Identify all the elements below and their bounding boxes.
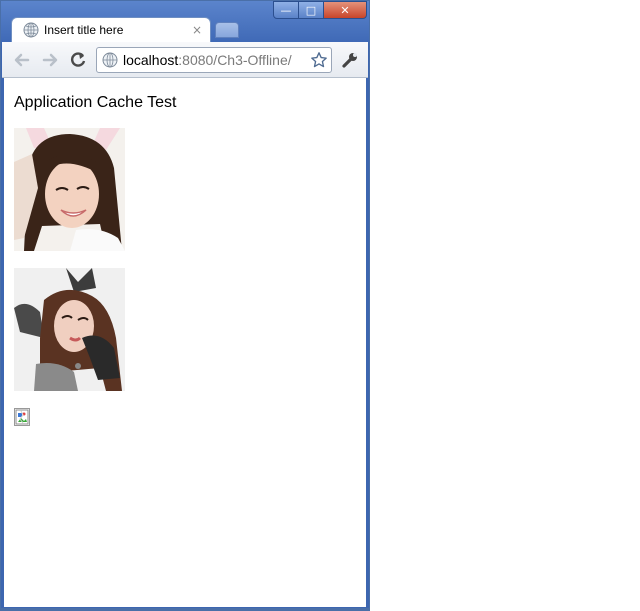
star-icon[interactable] <box>310 51 328 69</box>
tab-title: Insert title here <box>44 23 124 37</box>
tab-close-icon[interactable]: × <box>192 23 202 37</box>
photo-1 <box>14 128 125 251</box>
title-bar: — □ ✕ Insert title here × <box>1 1 369 43</box>
close-window-button[interactable]: ✕ <box>323 1 367 19</box>
photo-2 <box>14 268 125 391</box>
window-controls: — □ ✕ <box>273 1 367 19</box>
broken-image-icon <box>15 409 29 425</box>
page-heading: Application Cache Test <box>14 94 177 111</box>
toolbar: localhost:8080/Ch3-Offline/ <box>2 42 368 78</box>
page-content: Application Cache Test <box>4 78 366 607</box>
new-tab-button[interactable] <box>215 22 239 38</box>
wrench-icon[interactable] <box>340 50 360 70</box>
url-host: localhost <box>123 52 179 68</box>
globe-icon <box>23 22 39 38</box>
broken-image-placeholder <box>14 408 30 426</box>
address-url: localhost:8080/Ch3-Offline/ <box>123 52 292 68</box>
url-path: :8080/Ch3-Offline/ <box>178 52 292 68</box>
page-globe-icon <box>102 52 118 68</box>
browser-tab[interactable]: Insert title here × <box>11 17 211 43</box>
maximize-button[interactable]: □ <box>298 1 324 19</box>
address-bar[interactable]: localhost:8080/Ch3-Offline/ <box>96 47 332 73</box>
forward-arrow-icon[interactable] <box>40 50 60 70</box>
photo-1-graphic <box>14 128 125 251</box>
photo-2-graphic <box>14 268 125 391</box>
back-arrow-icon[interactable] <box>12 50 32 70</box>
reload-icon[interactable] <box>68 50 88 70</box>
browser-window: — □ ✕ Insert title here × localhost:8080… <box>0 0 370 611</box>
minimize-button[interactable]: — <box>273 1 299 19</box>
